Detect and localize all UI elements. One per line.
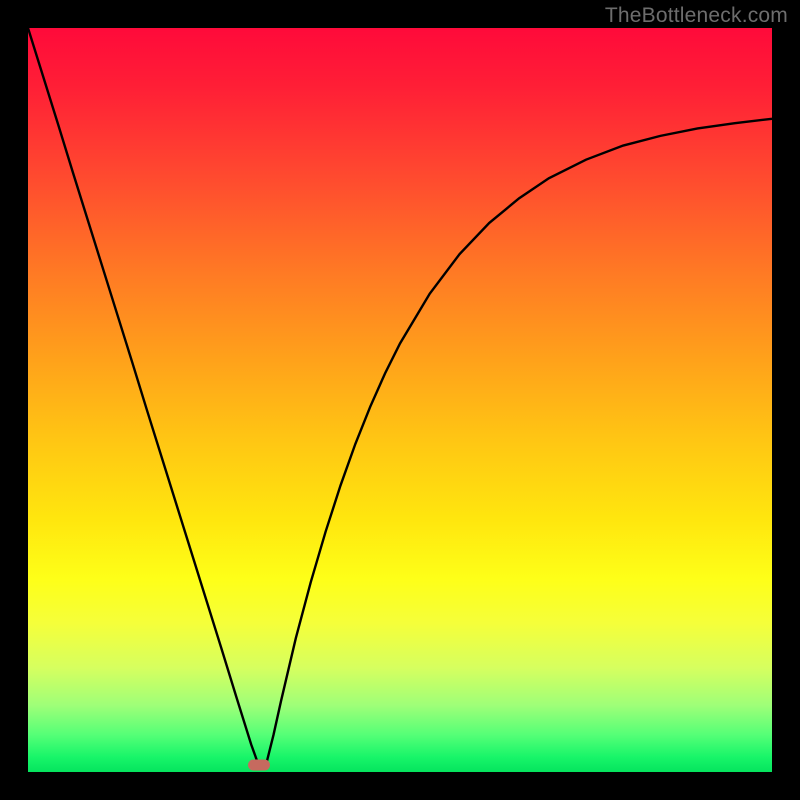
- plot-area: [28, 28, 772, 772]
- optimal-marker: [248, 760, 270, 771]
- watermark-text: TheBottleneck.com: [605, 4, 788, 28]
- bottleneck-curve: [28, 28, 772, 772]
- chart-frame: TheBottleneck.com: [0, 0, 800, 800]
